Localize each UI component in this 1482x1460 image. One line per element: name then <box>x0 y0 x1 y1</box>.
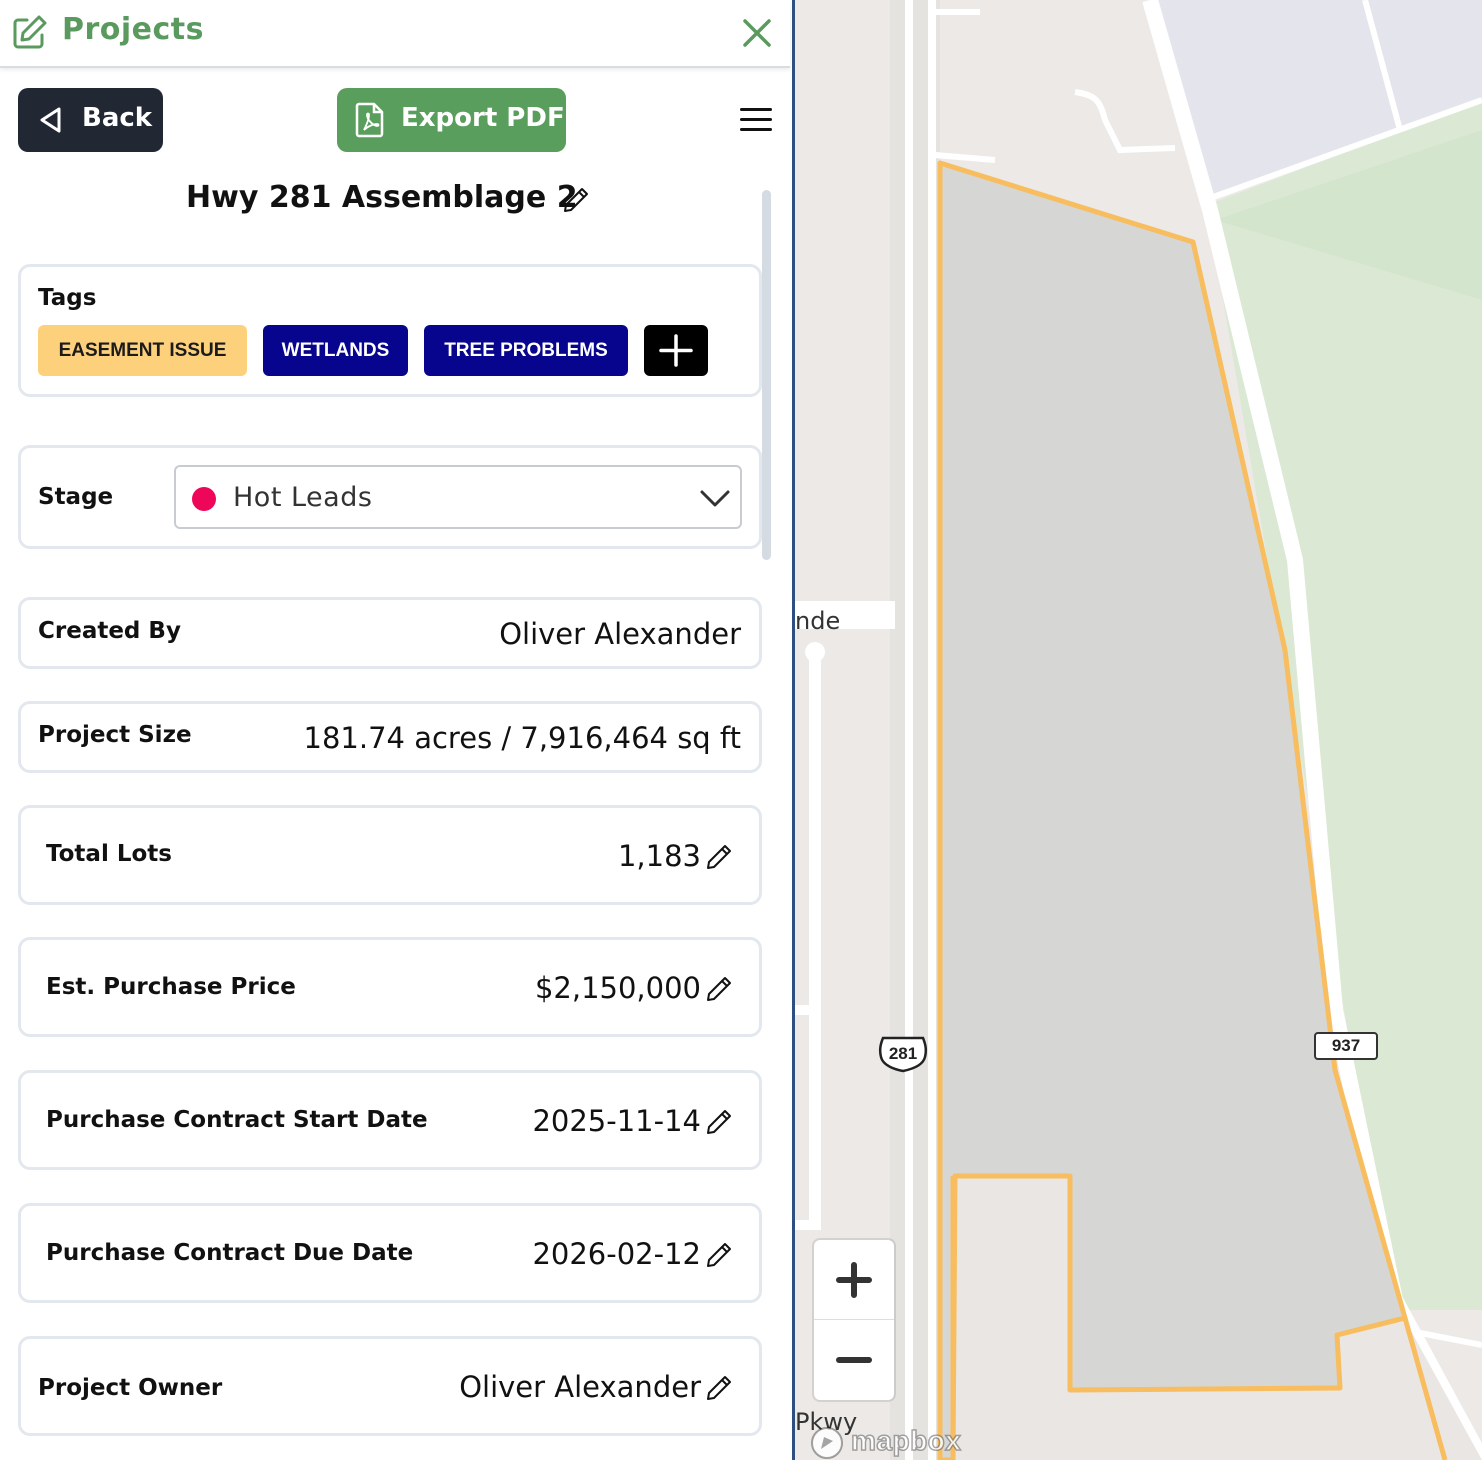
project-owner-value: Oliver Alexander <box>459 1370 701 1404</box>
purchase-price-label: Est. Purchase Price <box>46 974 296 1000</box>
contract-start-label: Purchase Contract Start Date <box>46 1107 428 1133</box>
close-icon[interactable] <box>738 14 776 52</box>
project-name: Hwy 281 Assemblage 2 <box>186 180 578 215</box>
total-lots-card: Total Lots 1,183 <box>18 805 762 905</box>
pencil-icon[interactable] <box>705 1108 733 1136</box>
tag-tree-problems[interactable]: TREE PROBLEMS <box>424 325 628 376</box>
project-size-value: 181.74 acres / 7,916,464 sq ft <box>303 721 741 755</box>
edit-square-icon <box>13 15 47 49</box>
pencil-icon[interactable] <box>562 186 590 214</box>
total-lots-label: Total Lots <box>46 841 172 867</box>
map-view[interactable]: nde Pkwy 281 937 mapbox <box>795 0 1482 1460</box>
panel-header: Projects <box>0 0 790 68</box>
tag-label: WETLANDS <box>281 340 390 361</box>
zoom-in-button[interactable] <box>814 1240 894 1320</box>
stage-label: Stage <box>38 484 114 510</box>
back-button-label: Back <box>82 103 153 133</box>
pencil-icon[interactable] <box>705 1374 733 1402</box>
pencil-icon[interactable] <box>705 1241 733 1269</box>
map-canvas <box>795 0 1482 1460</box>
created-by-value: Oliver Alexander <box>499 617 741 651</box>
us-highway-shield-icon: 281 <box>877 1035 929 1073</box>
stage-select[interactable]: Hot Leads <box>174 465 742 529</box>
scrollbar[interactable] <box>762 190 771 560</box>
purchase-price-value: $2,150,000 <box>534 971 701 1005</box>
hamburger-menu-icon[interactable] <box>738 104 774 136</box>
back-button[interactable]: Back <box>18 88 163 152</box>
project-owner-label: Project Owner <box>38 1375 223 1401</box>
back-triangle-icon <box>40 107 61 133</box>
shield-number: 937 <box>1331 1036 1361 1055</box>
stage-color-dot <box>192 487 216 511</box>
zoom-control <box>814 1240 894 1400</box>
tag-easement-issue[interactable]: EASEMENT ISSUE <box>38 325 247 376</box>
stage-card: Stage Hot Leads <box>18 445 762 549</box>
contract-start-value: 2025-11-14 <box>532 1104 701 1138</box>
contract-due-value: 2026-02-12 <box>532 1237 701 1271</box>
tag-label: EASEMENT ISSUE <box>58 340 227 361</box>
created-by-label: Created By <box>38 618 181 644</box>
contract-due-label: Purchase Contract Due Date <box>46 1240 414 1266</box>
pdf-file-icon <box>355 102 384 138</box>
stage-value: Hot Leads <box>233 482 373 513</box>
project-owner-card: Project Owner Oliver Alexander <box>18 1336 762 1436</box>
total-lots-value: 1,183 <box>617 839 701 873</box>
state-highway-shield-icon: 937 <box>1314 1032 1378 1060</box>
project-panel: Projects Back Export PDF Hwy 281 Assembl… <box>0 0 792 1460</box>
plus-icon <box>659 334 693 367</box>
project-size-label: Project Size <box>38 722 192 748</box>
tags-card: Tags EASEMENT ISSUE WETLANDS TREE PROBLE… <box>18 264 762 397</box>
add-tag-button[interactable] <box>644 325 708 376</box>
chevron-down-icon <box>700 490 730 507</box>
tags-label: Tags <box>38 285 97 311</box>
panel-title: Projects <box>62 12 205 47</box>
plus-icon <box>836 1262 872 1298</box>
shield-number: 281 <box>888 1044 918 1063</box>
export-pdf-label: Export PDF <box>401 103 565 133</box>
road-label: nde <box>795 607 841 635</box>
created-by-card: Created By Oliver Alexander <box>18 597 762 669</box>
project-size-card: Project Size 181.74 acres / 7,916,464 sq… <box>18 701 762 773</box>
tag-label: TREE PROBLEMS <box>444 340 608 361</box>
zoom-out-button[interactable] <box>814 1320 894 1400</box>
pencil-icon[interactable] <box>705 975 733 1003</box>
purchase-price-card: Est. Purchase Price $2,150,000 <box>18 937 762 1037</box>
mapbox-attribution: mapbox <box>850 1424 962 1457</box>
contract-start-card: Purchase Contract Start Date 2025-11-14 <box>18 1070 762 1170</box>
minus-icon <box>836 1357 872 1363</box>
tag-wetlands[interactable]: WETLANDS <box>263 325 408 376</box>
pencil-icon[interactable] <box>705 843 733 871</box>
export-pdf-button[interactable]: Export PDF <box>337 88 566 152</box>
contract-due-card: Purchase Contract Due Date 2026-02-12 <box>18 1203 762 1303</box>
mapbox-logo-icon <box>811 1427 843 1459</box>
